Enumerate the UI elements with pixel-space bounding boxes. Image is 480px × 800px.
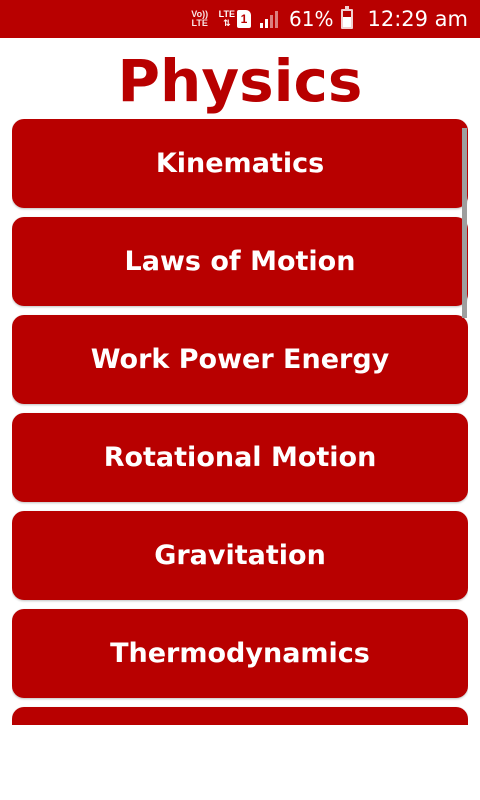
topic-label: Gravitation: [154, 540, 326, 571]
topic-label: Laws of Motion: [124, 246, 356, 277]
battery-icon: [341, 6, 354, 29]
status-bar: Vo)) LTE LTE ⇅ 1 61% 12:29 am: [0, 0, 480, 38]
volte-indicator: Vo)) LTE: [191, 9, 209, 28]
topic-button-kinematics[interactable]: Kinematics: [12, 119, 468, 208]
battery-fill: [343, 17, 352, 27]
topic-button-gravitation[interactable]: Gravitation: [12, 511, 468, 600]
topic-button-partial[interactable]: [12, 707, 468, 725]
page-title: Physics: [117, 47, 363, 115]
clock: 12:29 am: [367, 7, 468, 31]
topic-list[interactable]: Kinematics Laws of Motion Work Power Ene…: [12, 119, 468, 725]
topic-button-laws-of-motion[interactable]: Laws of Motion: [12, 217, 468, 306]
topic-label: Work Power Energy: [90, 344, 390, 375]
lte-indicator: LTE ⇅ 1: [218, 9, 252, 28]
battery-percent: 61%: [289, 7, 334, 31]
topic-button-rotational-motion[interactable]: Rotational Motion: [12, 413, 468, 502]
sim-slot-badge: 1: [237, 10, 252, 28]
lte-label: LTE ⇅: [218, 9, 236, 28]
signal-bars-icon: [259, 9, 281, 29]
topic-label: Kinematics: [155, 148, 325, 179]
topic-label: Rotational Motion: [103, 442, 377, 473]
scrollbar[interactable]: [462, 128, 467, 318]
topic-button-thermodynamics[interactable]: Thermodynamics: [12, 609, 468, 698]
topic-button-work-power-energy[interactable]: Work Power Energy: [12, 315, 468, 404]
topic-label: Thermodynamics: [110, 638, 370, 669]
